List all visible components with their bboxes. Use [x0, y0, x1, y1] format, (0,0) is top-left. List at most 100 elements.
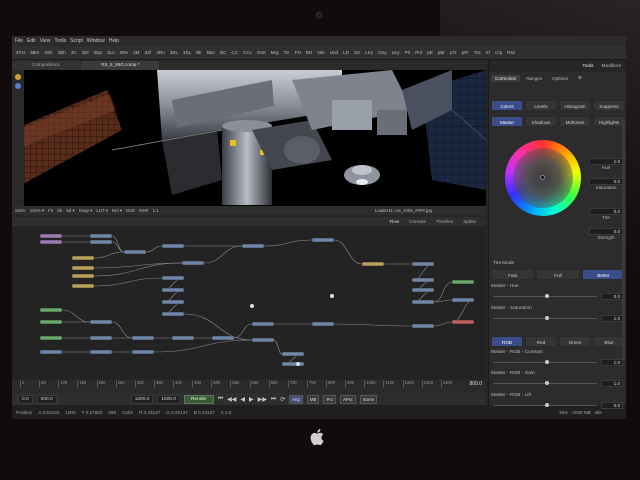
start-time-field[interactable]: 0.0 — [18, 394, 33, 404]
tab-flow[interactable]: Flow — [389, 219, 399, 224]
green-button[interactable]: Green — [559, 336, 591, 347]
tool-button[interactable]: pTr — [448, 50, 459, 55]
suppress-button[interactable]: Suppress — [593, 100, 625, 111]
levels-button[interactable]: Levels — [525, 100, 557, 111]
flow-node[interactable] — [411, 261, 435, 267]
flow-node[interactable] — [161, 243, 185, 249]
tool-button[interactable]: CCv — [241, 50, 254, 55]
tool-button[interactable]: LKy — [363, 50, 375, 55]
viewer-control[interactable]: SmR — [139, 208, 149, 213]
step-back-icon[interactable]: ◀◀ — [227, 396, 236, 403]
tool-button[interactable]: 3Sh — [42, 50, 54, 55]
tool-button[interactable]: 3SL — [168, 50, 180, 55]
panel-scrollbar[interactable] — [622, 120, 625, 360]
tab-console[interactable]: Console — [409, 219, 426, 224]
play-reverse-icon[interactable]: ◀ — [240, 396, 245, 403]
tab-tools[interactable]: Tools — [582, 64, 593, 69]
highlights-button[interactable]: Highlights — [593, 116, 625, 127]
flow-node[interactable] — [361, 261, 385, 267]
tool-button[interactable]: pBr — [436, 50, 447, 55]
flow-node[interactable] — [89, 239, 113, 245]
flow-node[interactable] — [161, 311, 185, 317]
slider-value[interactable]: 1.0 — [601, 359, 623, 366]
tab-correction[interactable]: Correction — [491, 74, 521, 82]
tool-button[interactable]: 3Lo — [105, 50, 117, 55]
flow-node[interactable] — [171, 335, 195, 341]
master-hue-slider[interactable]: Master - Hue 0.0 — [491, 284, 625, 306]
flow-node[interactable] — [241, 243, 265, 249]
tool-button[interactable]: 3Txt — [14, 50, 27, 55]
tab-ranges[interactable]: Ranges — [522, 75, 546, 82]
tool-button[interactable]: Und — [328, 50, 340, 55]
tool-button[interactable]: CC — [229, 50, 240, 55]
menu-tools[interactable]: Tools — [54, 38, 66, 44]
tool-button[interactable]: 3Bm — [28, 50, 41, 55]
flow-node[interactable] — [131, 349, 155, 355]
tab-timeline[interactable]: Timeline — [436, 219, 453, 224]
master-saturation-slider[interactable]: Master - Saturation 1.0 — [491, 306, 625, 328]
slider-knob[interactable] — [545, 294, 549, 298]
viewer-control[interactable]: 116% ▾ — [30, 208, 44, 214]
slider-knob[interactable] — [545, 381, 549, 385]
red-button[interactable]: Red — [525, 336, 557, 347]
flow-node[interactable] — [71, 255, 95, 261]
tab-options[interactable]: Options — [548, 75, 572, 82]
tool-button[interactable]: LD — [341, 50, 351, 55]
flow-node[interactable] — [71, 265, 95, 271]
blue-button[interactable]: Blue — [593, 336, 625, 347]
slider-knob[interactable] — [545, 360, 549, 364]
flow-node[interactable] — [89, 349, 113, 355]
tool-button[interactable]: Xf — [484, 50, 492, 55]
flow-node[interactable] — [181, 260, 205, 266]
tool-button[interactable]: CKy — [376, 50, 389, 55]
flow-node[interactable] — [123, 249, 147, 255]
tint-full-button[interactable]: Full — [536, 269, 580, 280]
flow-node[interactable] — [131, 335, 155, 341]
flow-node[interactable] — [451, 279, 475, 285]
prx-button[interactable]: Prx — [323, 394, 337, 404]
flow-node[interactable] — [451, 297, 475, 303]
flow-node[interactable] — [39, 349, 63, 355]
some-button[interactable]: Some — [359, 394, 378, 404]
histogram-button[interactable]: Histogram — [559, 100, 591, 111]
color-wheel-handle[interactable] — [540, 175, 545, 180]
flow-node[interactable] — [89, 319, 113, 325]
master-button[interactable]: Master — [491, 116, 523, 127]
rgb-contrast-slider[interactable]: Master - RGB - Contrast 1.0 — [491, 350, 625, 372]
play-icon[interactable]: ▶ — [249, 396, 254, 403]
color-wheel[interactable] — [505, 140, 581, 216]
slider-value[interactable]: 1.0 — [601, 380, 623, 387]
flow-node[interactable] — [411, 323, 435, 329]
flow-node[interactable] — [89, 233, 113, 239]
viewer-control[interactable]: 6d ▾ — [66, 208, 74, 214]
tool-button[interactable]: SV — [352, 50, 362, 55]
rgb-button[interactable]: RGB — [491, 336, 523, 347]
tool-button[interactable]: 3Dl — [80, 50, 91, 55]
tool-button[interactable]: pPr — [460, 50, 471, 55]
flow-node[interactable] — [251, 321, 275, 327]
tool-button[interactable]: LKy — [390, 50, 402, 55]
tab-rs-comp[interactable]: RS_5_95G.comp * — [81, 61, 160, 70]
tool-button[interactable]: Gmt — [255, 50, 268, 55]
viewer-control[interactable]: Fit — [48, 208, 53, 213]
slider-knob[interactable] — [545, 316, 549, 320]
tool-button[interactable]: Pnt — [413, 50, 424, 55]
tool-button[interactable]: Blr — [194, 50, 204, 55]
render-button[interactable]: Render — [184, 394, 214, 404]
flow-node[interactable] — [411, 287, 435, 293]
menu-view[interactable]: View — [40, 38, 51, 44]
tool-button[interactable]: pE — [425, 50, 435, 55]
tool-button[interactable]: Pri — [403, 50, 413, 55]
tool-button[interactable]: 3Re — [118, 50, 130, 55]
menu-file[interactable]: File — [15, 38, 23, 44]
rgb-lift-slider[interactable]: Master - RGB - Lift 0.0 — [491, 393, 625, 415]
flow-node[interactable] — [311, 321, 335, 327]
range-mid-b-field[interactable]: 1500.0 — [157, 394, 181, 404]
flow-node[interactable] — [411, 299, 435, 305]
settings-icon[interactable]: ⚙ — [574, 74, 586, 82]
strength-value[interactable]: 0.0 — [589, 228, 623, 235]
tool-button[interactable]: 3Rn — [154, 50, 166, 55]
rgb-gain-slider[interactable]: Master - RGB - Gain 1.0 — [491, 371, 625, 393]
flow-node[interactable] — [39, 319, 63, 325]
tool-button[interactable]: Mrg — [269, 50, 281, 55]
